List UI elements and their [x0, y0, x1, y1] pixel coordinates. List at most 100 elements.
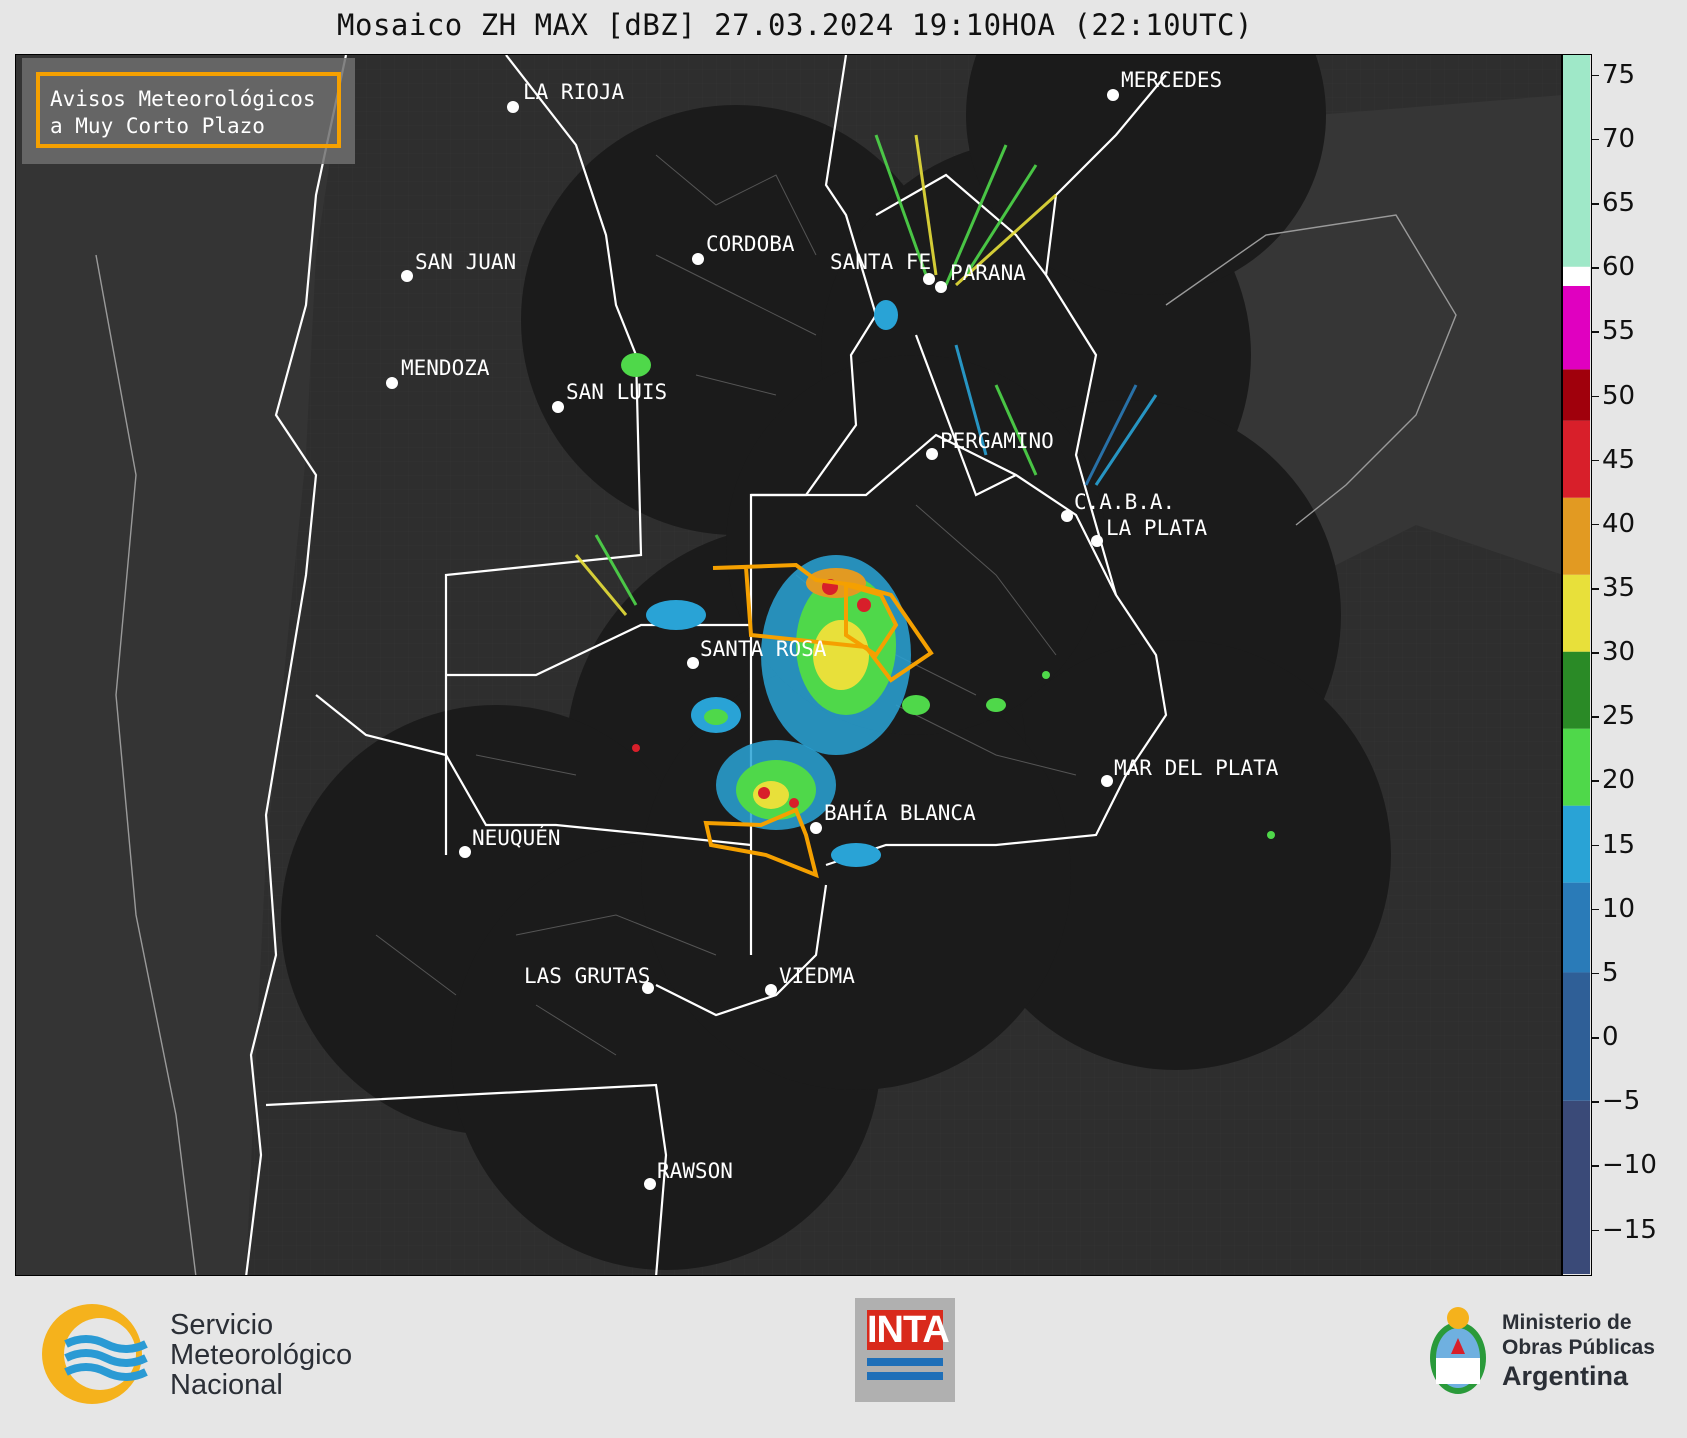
colorbar-tick-label: −15: [1602, 1214, 1657, 1245]
colorbar-tick-label: 70: [1602, 123, 1636, 154]
colorbar-tick-label: −10: [1602, 1150, 1657, 1181]
city-label: LA PLATA: [1106, 516, 1208, 540]
city-dot: [644, 1178, 656, 1190]
city-dot: [926, 448, 938, 460]
city-label: SAN LUIS: [566, 380, 667, 404]
colorbar-tick-label: 75: [1602, 59, 1636, 90]
ministerio-line-2: Obras Públicas: [1502, 1336, 1655, 1359]
colorbar-tick: [1592, 652, 1599, 654]
colorbar-tick: [1592, 1037, 1599, 1039]
colorbar-tick: [1592, 844, 1599, 847]
colorbar-tick: [1592, 588, 1599, 590]
colorbar-tick: [1592, 267, 1599, 269]
ministerio-line-3: Argentina: [1502, 1361, 1629, 1391]
city-label: CORDOBA: [706, 232, 795, 256]
colorbar-band: [1563, 55, 1590, 267]
colorbar-tick: [1592, 395, 1599, 398]
city-dot: [459, 846, 471, 858]
inta-logo: INTA: [855, 1298, 955, 1402]
city-label: MENDOZA: [401, 356, 490, 380]
radar-map[interactable]: LA RIOJA MERCEDES CORDOBA SAN JUAN SANTA…: [15, 54, 1562, 1276]
colorbar-tick-label: 50: [1602, 380, 1636, 411]
city-label: SAN JUAN: [415, 250, 516, 274]
colorbar-band: [1563, 285, 1590, 370]
map-title: Mosaico ZH MAX [dBZ] 27.03.2024 19:10HOA…: [337, 8, 1253, 42]
colorbar-tick-label: 15: [1602, 829, 1636, 860]
colorbar-tick: [1592, 138, 1599, 141]
colorbar-tick-label: 10: [1602, 893, 1636, 924]
colorbar-tick-label: 20: [1602, 765, 1636, 796]
city-label: SANTA FE: [830, 250, 931, 274]
colorbar-tick: [1592, 1229, 1599, 1232]
colorbar-tick-label: −5: [1602, 1086, 1641, 1117]
colorbar-band: [1563, 805, 1590, 883]
ministerio-line-1: Ministerio de: [1502, 1311, 1632, 1334]
city-label: BAHÍA BLANCA: [824, 800, 976, 825]
city-label: MAR DEL PLATA: [1114, 756, 1279, 780]
city-dot: [552, 401, 564, 413]
colorbar-tick: [1592, 74, 1599, 77]
colorbar-tick-label: 30: [1602, 637, 1636, 668]
colorbar-tick: [1592, 523, 1599, 526]
colorbar-band: [1563, 651, 1590, 729]
warnings-legend-frame: Avisos Meteorológicos a Muy Corto Plazo: [36, 72, 341, 148]
colorbar-tick: [1592, 1101, 1599, 1103]
colorbar-tick: [1592, 972, 1599, 975]
colorbar-tick: [1592, 331, 1599, 333]
ministerio-logo-text: Ministerio de Obras Públicas Argentina: [1502, 1310, 1655, 1392]
city-dot: [1101, 775, 1113, 787]
colorbar-tick-label: 5: [1602, 957, 1619, 988]
city-dot: [810, 822, 822, 834]
city-label: VIEDMA: [779, 964, 855, 988]
warnings-legend: Avisos Meteorológicos a Muy Corto Plazo: [22, 58, 355, 164]
city-label: MERCEDES: [1121, 68, 1222, 92]
city-label: PARANA: [950, 261, 1026, 285]
colorbar-tick-label: 35: [1602, 573, 1636, 603]
colorbar-bands: [1563, 55, 1590, 1274]
city-label: NEUQUÉN: [472, 825, 561, 850]
colorbar-band: [1563, 574, 1590, 652]
smn-logo-text: Servicio Meteorológico Nacional: [170, 1310, 352, 1400]
city-dot: [692, 253, 704, 265]
colorbar-tick: [1592, 459, 1599, 462]
legend-line-2: a Muy Corto Plazo: [50, 114, 265, 138]
smn-line-2: Meteorológico: [170, 1339, 353, 1371]
city-label: LA RIOJA: [523, 80, 625, 104]
city-label: RAWSON: [657, 1159, 733, 1183]
colorbar-tick: [1592, 908, 1599, 911]
argentina-coat-of-arms-icon: [1430, 1307, 1486, 1394]
colorbar-tick: [1592, 203, 1599, 205]
smn-logo-icon: [42, 1304, 148, 1404]
colorbar-band: [1563, 882, 1590, 973]
city-label: C.A.B.A.: [1074, 490, 1175, 514]
city-label: PERGAMINO: [940, 429, 1054, 453]
city-dot: [1107, 89, 1119, 101]
smn-line-3: Nacional: [170, 1369, 283, 1401]
colorbar-tick-label: 45: [1602, 444, 1636, 475]
city-label: LAS GRUTAS: [524, 964, 650, 988]
city-dot: [401, 270, 413, 282]
colorbar-band: [1563, 420, 1590, 498]
colorbar-band: [1563, 1100, 1590, 1274]
city-dot: [386, 377, 398, 389]
colorbar-tick-label: 40: [1602, 508, 1636, 539]
city-dot: [765, 984, 777, 996]
inta-logo-text: INTA: [867, 1309, 950, 1351]
colorbar-tick-label: 55: [1602, 316, 1636, 347]
colorbar-tick-label: 0: [1602, 1022, 1619, 1053]
colorbar-tick: [1592, 716, 1599, 718]
colorbar-tick: [1592, 1165, 1599, 1167]
footer: Servicio Meteorológico Nacional INTA Min…: [0, 1276, 1687, 1438]
city-label: SANTA ROSA: [700, 637, 827, 661]
colorbar-band: [1563, 266, 1590, 286]
colorbar-band: [1563, 728, 1590, 806]
map-canvas: LA RIOJA MERCEDES CORDOBA SAN JUAN SANTA…: [16, 55, 1561, 1275]
city-dot: [923, 273, 935, 285]
city-dot: [935, 281, 947, 293]
smn-line-1: Servicio: [170, 1309, 274, 1341]
city-dot: [1061, 510, 1073, 522]
city-dot: [507, 101, 519, 113]
colorbar-tick: [1592, 780, 1599, 782]
colorbar-band: [1563, 497, 1590, 575]
colorbar: [1562, 54, 1592, 1276]
